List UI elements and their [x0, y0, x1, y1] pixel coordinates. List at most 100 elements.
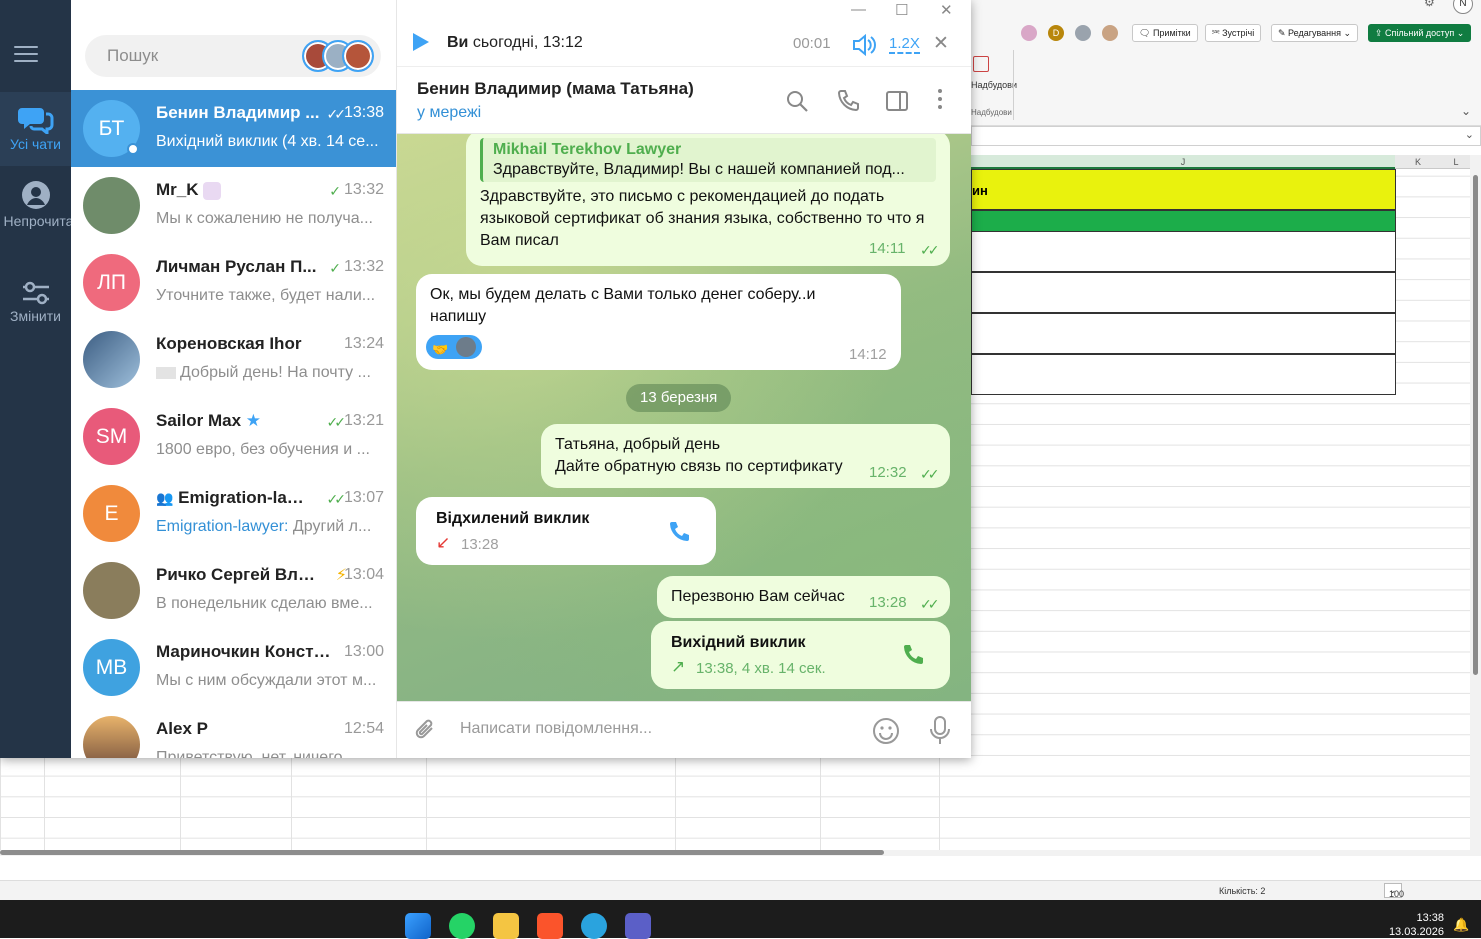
bordered-cell[interactable]: [971, 354, 1396, 395]
phone-icon[interactable]: [901, 643, 925, 667]
chat-item-emigration-lawyer[interactable]: E 👥 Emigration-law... ✓✓ 13:07 Emigratio…: [71, 475, 396, 552]
story-avatar[interactable]: [342, 40, 374, 72]
chat-avatar: [83, 177, 140, 234]
excel-ribbon-top: D 🗨 Примітки ⎃ Зустрічі ✎ Редагування ⌄ …: [971, 0, 1481, 46]
ribbon-collapse-icon[interactable]: ⌄: [1461, 104, 1471, 118]
file-explorer-icon[interactable]: [493, 913, 519, 939]
incoming-message[interactable]: Ок, мы будем делать с Вами только денег …: [416, 274, 901, 370]
chat-preview: Emigration-lawyer: Другий л...: [156, 518, 372, 535]
settings-icon[interactable]: ⚙: [1424, 0, 1435, 9]
chat-header-name[interactable]: Бенин Владимир (мама Татьяна): [417, 79, 694, 99]
chat-item-lichman[interactable]: ЛП Личман Руслан П... ✓ 13:32 Уточните т…: [71, 244, 396, 321]
minimize-icon[interactable]: —: [851, 1, 866, 18]
folder-unread[interactable]: Непрочитано: [0, 180, 89, 260]
attach-icon[interactable]: [413, 718, 439, 744]
chat-item-korenovskaya[interactable]: Кореновская Ihor 13:24 Добрый день! На п…: [71, 321, 396, 398]
telegram-window: Усі чати Непрочитано Змінити Пошук БТ Бе…: [0, 0, 971, 758]
outgoing-message[interactable]: Татьяна, добрый день Дайте обратную связ…: [541, 424, 950, 488]
outgoing-call-message[interactable]: Вихідний виклик ↗ 13:38, 4 хв. 14 сек.: [651, 621, 950, 689]
start-icon[interactable]: [405, 913, 431, 939]
play-icon[interactable]: [413, 33, 429, 51]
chat-item-marinochkin[interactable]: МВ Мариночкин Конста... 13:00 Мы с ним о…: [71, 629, 396, 706]
addins-icon[interactable]: [973, 56, 989, 72]
volume-icon[interactable]: [852, 34, 876, 56]
missed-call-arrow-icon: ↙: [436, 533, 451, 552]
teams-icon[interactable]: [625, 913, 651, 939]
message-text: Татьяна, добрый день Дайте обратную связ…: [555, 436, 843, 475]
chat-time: 13:00: [343, 643, 384, 660]
chat-item-benin[interactable]: БТ Бенин Владимир ... ✓✓ 13:38 Вихідний …: [71, 90, 396, 167]
chat-time: 13:32: [343, 181, 384, 198]
chat-name: Личман Руслан П...: [156, 257, 317, 276]
meetings-button[interactable]: ⎃ Зустрічі: [1205, 24, 1262, 42]
notes-button[interactable]: 🗨 Примітки: [1132, 24, 1198, 42]
message-history[interactable]: Mikhail Terekhov Lawyer Здравствуйте, Вл…: [397, 134, 971, 701]
bordered-cell[interactable]: [971, 313, 1396, 354]
vertical-scroll-thumb[interactable]: [1473, 175, 1478, 675]
green-cell[interactable]: [971, 210, 1396, 232]
menu-icon[interactable]: [14, 46, 38, 64]
formula-bar[interactable]: ⌄: [971, 126, 1481, 146]
phone-icon[interactable]: [667, 520, 691, 544]
chat-header[interactable]: Бенин Владимир (мама Татьяна) у мережі: [397, 67, 971, 134]
horizontal-scroll-thumb[interactable]: [0, 850, 884, 855]
column-k-header[interactable]: K: [1395, 155, 1441, 169]
search-input[interactable]: Пошук: [85, 35, 381, 77]
microphone-icon[interactable]: [929, 716, 951, 746]
handshake-emoji-icon: 🤝: [432, 342, 449, 357]
vertical-scrollbar[interactable]: [1470, 155, 1481, 850]
outgoing-call-arrow-icon: ↗: [671, 657, 686, 676]
bordered-cell[interactable]: [971, 231, 1396, 272]
folder-edit[interactable]: Змінити: [0, 280, 71, 336]
message-input[interactable]: Написати повідомлення...: [460, 720, 652, 738]
chat-name: Кореновская Ihor: [156, 334, 302, 353]
formula-expand-icon[interactable]: ⌄: [1465, 128, 1474, 141]
share-button[interactable]: ⇪ Спільний доступ ⌄: [1368, 24, 1472, 42]
reply-quote[interactable]: Mikhail Terekhov Lawyer Здравствуйте, Вл…: [480, 138, 936, 182]
reaction-badge[interactable]: 🤝: [426, 335, 482, 359]
close-player-icon[interactable]: ✕: [933, 32, 949, 55]
brave-browser-icon[interactable]: [537, 913, 563, 939]
maximize-icon[interactable]: ☐: [895, 1, 908, 19]
notification-icon[interactable]: 🔔: [1453, 917, 1469, 933]
chat-name: Мариночкин Конста...: [156, 642, 336, 661]
zoom-dropdown[interactable]: 100 % ⌄: [1384, 883, 1404, 909]
collaborator-avatar[interactable]: [1021, 25, 1037, 41]
telegram-icon[interactable]: [581, 913, 607, 939]
collaborator-avatar-d[interactable]: D: [1048, 25, 1064, 41]
chat-name: Mr_K: [156, 180, 326, 200]
chat-item-sailor-max[interactable]: SM Sailor Max ★ ✓✓ 13:21 1800 евро, без …: [71, 398, 396, 475]
search-icon[interactable]: [785, 89, 809, 113]
chat-item-mr-k[interactable]: Mr_K ✓ 13:32 Мы к сожалению не получа...: [71, 167, 396, 244]
more-options-icon[interactable]: [938, 89, 942, 109]
account-avatar[interactable]: N: [1453, 0, 1473, 14]
chat-avatar: [83, 716, 140, 758]
chat-preview: Мы к сожалению не получа...: [156, 210, 373, 227]
whatsapp-icon[interactable]: [449, 913, 475, 939]
sidebar-toggle-icon[interactable]: [885, 89, 909, 113]
column-j-header[interactable]: J: [971, 155, 1395, 169]
phone-call-icon[interactable]: [836, 89, 860, 113]
bordered-cell[interactable]: [971, 272, 1396, 313]
stories-strip[interactable]: [302, 40, 374, 72]
column-headers: J K L: [971, 155, 1471, 169]
yellow-merged-cell[interactable]: ин: [971, 169, 1396, 210]
folder-all-chats[interactable]: Усі чати: [0, 92, 71, 166]
collaborator-avatar[interactable]: [1102, 25, 1118, 41]
outgoing-message[interactable]: Mikhail Terekhov Lawyer Здравствуйте, Вл…: [466, 134, 950, 266]
declined-call-message[interactable]: Відхилений виклик ↙ 13:28: [416, 497, 716, 565]
chat-item-alex-p[interactable]: Alex P 12:54 Приветствую, нет, ничего: [71, 706, 396, 758]
column-l-header[interactable]: L: [1441, 155, 1471, 169]
horizontal-scrollbar[interactable]: [0, 850, 1481, 856]
chat-avatar: ЛП: [83, 254, 140, 311]
collaborator-avatar[interactable]: [1075, 25, 1091, 41]
chat-item-richko[interactable]: Ричко Сергей Вла... ⚡ 13:04 В понедельни…: [71, 552, 396, 629]
system-clock[interactable]: 13:38 13.03.2026: [1389, 911, 1444, 939]
editing-button[interactable]: ✎ Редагування ⌄: [1271, 24, 1359, 42]
playback-speed-button[interactable]: 1.2X: [889, 35, 920, 54]
emoji-icon[interactable]: [872, 717, 900, 745]
close-window-icon[interactable]: ✕: [940, 1, 953, 19]
addins-label[interactable]: Надбудови: [971, 80, 1017, 90]
outgoing-message[interactable]: Перезвоню Вам сейчас 13:28 ✓✓: [657, 576, 950, 618]
check-icon: ✓: [329, 183, 341, 199]
